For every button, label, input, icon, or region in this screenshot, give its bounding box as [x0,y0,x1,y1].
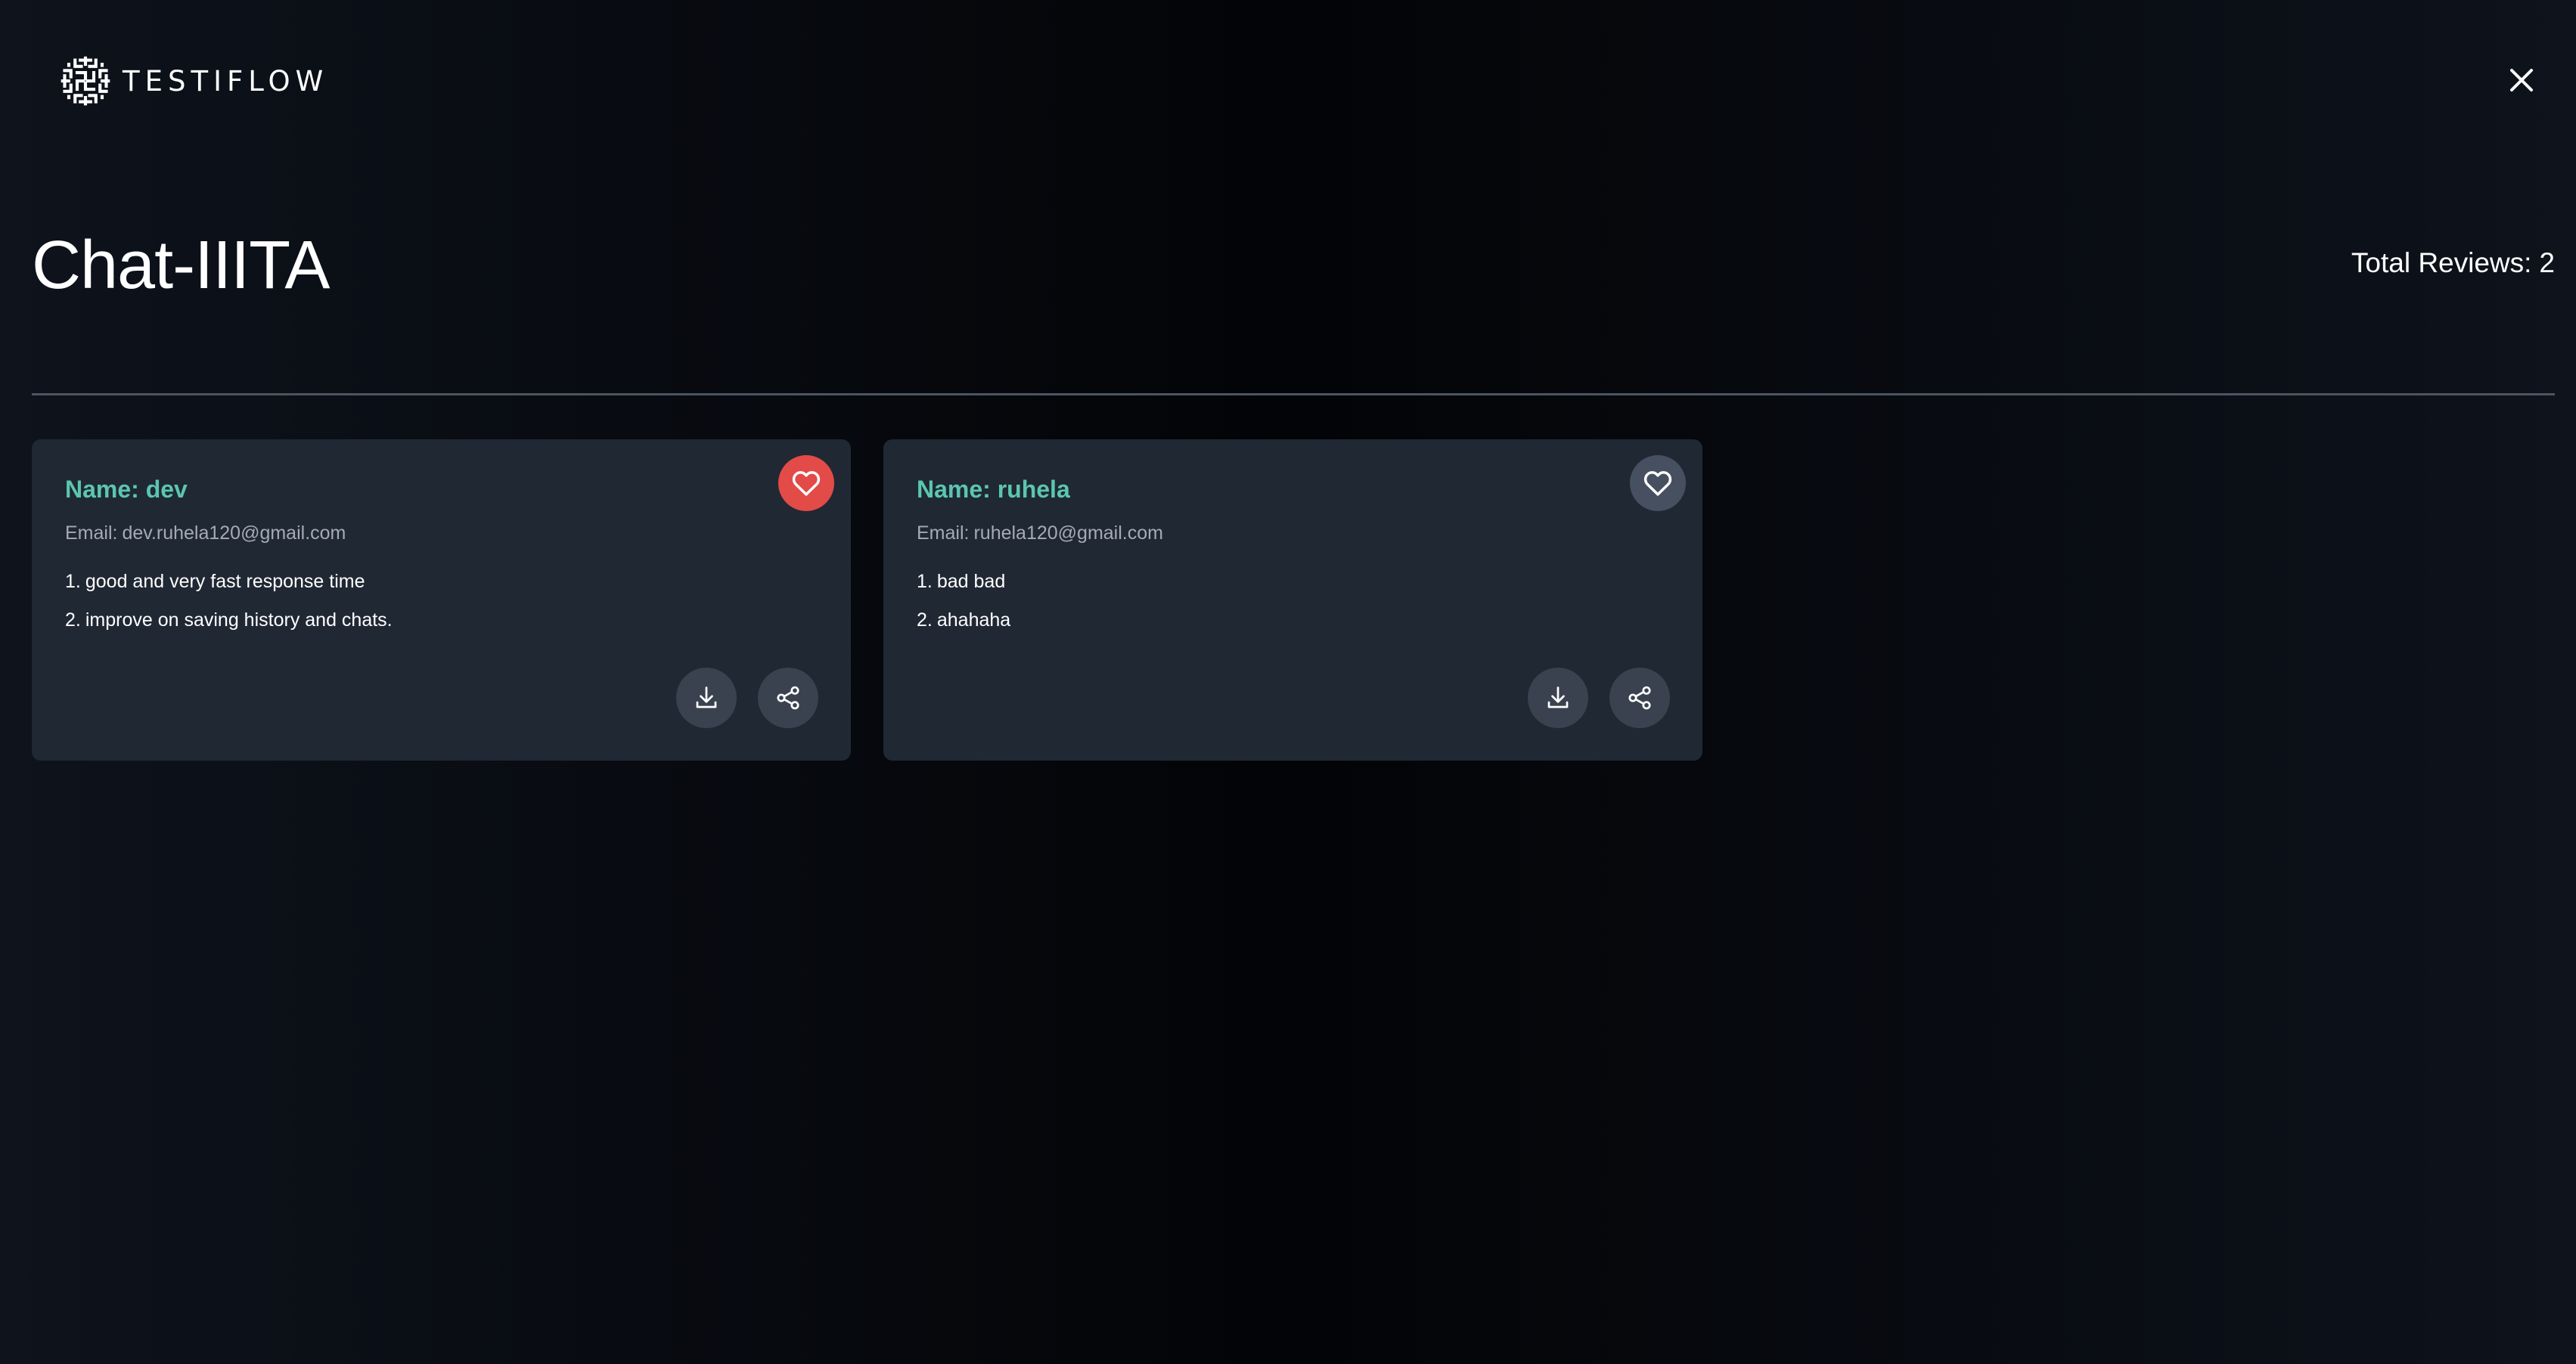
reviewer-email-value: ruhela120@gmail.com [973,522,1163,544]
reviewer-name-value: ruhela [997,476,1070,503]
reviewer-name: Name: ruhela [917,474,1070,504]
section-divider [32,393,2555,395]
review-point-text: ahahaha [936,609,1011,631]
reviewer-name-label: Name: [917,476,991,503]
share-button[interactable] [758,668,818,728]
review-point-text: improve on saving history and chats. [85,609,393,631]
reviewer-name: Name: dev [65,474,188,504]
reviewer-email: Email: ruhela120@gmail.com [917,521,1163,545]
reviewer-email-label: Email: [65,522,118,544]
review-point-number: 2. [65,609,81,631]
reviewer-name-value: dev [145,476,188,503]
review-point-number: 2. [917,609,933,631]
favorite-button[interactable] [1630,455,1686,511]
share-button[interactable] [1609,668,1670,728]
download-button[interactable] [1528,668,1588,728]
review-card: Name: ruhela Email: ruhela120@gmail.com 1… [883,439,1702,761]
download-icon [1547,687,1569,708]
close-button[interactable] [2506,65,2537,95]
reviewer-email-value: dev.ruhela120@gmail.com [122,522,346,544]
top-bar: TESTIFLOW [0,0,2576,162]
review-point: 1. bad bad [917,569,1005,594]
reviewer-email: Email: dev.ruhela120@gmail.com [65,521,346,545]
brand-name: TESTIFLOW [123,64,329,98]
maze-logo-icon [61,56,110,106]
share-icon [1628,686,1651,710]
heart-icon [1643,471,1672,496]
total-reviews-label: Total Reviews: [2351,247,2532,278]
close-icon [2510,69,2533,91]
download-icon [696,687,717,708]
total-reviews: Total Reviews: 2 [2351,246,2555,280]
review-point-number: 1. [917,571,933,592]
review-card: Name: dev Email: dev.ruhela120@gmail.com … [32,439,851,761]
total-reviews-count: 2 [2539,247,2555,278]
share-icon [777,686,799,710]
review-point-number: 1. [65,571,81,592]
review-point-text: good and very fast response time [85,571,365,592]
brand-logo[interactable]: TESTIFLOW [61,56,328,106]
review-point: 2. ahahaha [917,608,1010,632]
reviewer-email-label: Email: [917,522,970,544]
page-title: Chat-IIITA [32,228,330,303]
heart-icon [792,471,821,496]
review-point: 2. improve on saving history and chats. [65,608,393,632]
review-point-text: bad bad [936,571,1006,592]
favorite-button[interactable] [778,455,834,511]
reviewer-name-label: Name: [65,476,139,503]
review-point: 1. good and very fast response time [65,569,365,594]
download-button[interactable] [676,668,737,728]
